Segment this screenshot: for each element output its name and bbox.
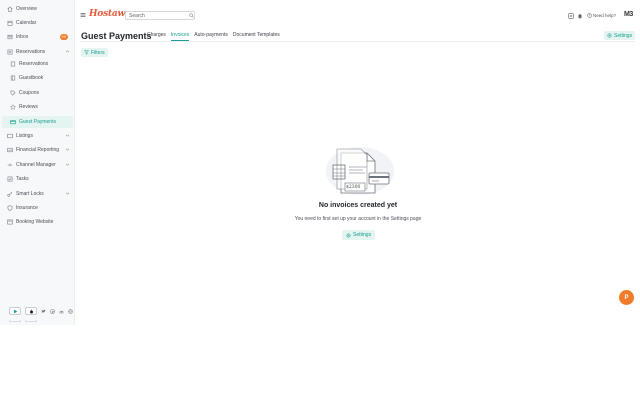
channel-icon [7, 162, 13, 168]
chevron-down-icon [65, 162, 70, 167]
sidebar-item-guest-payments[interactable]: Guest Payments [2, 116, 73, 128]
tab-document-templates[interactable]: Document Templates [233, 32, 280, 41]
key-icon [7, 191, 13, 197]
gear-icon [346, 232, 351, 238]
sidebar-item-financial-reporting[interactable]: Financial Reporting [2, 144, 73, 156]
search-input[interactable] [125, 11, 195, 20]
gear-icon [607, 33, 612, 38]
tag-icon [10, 90, 16, 96]
sidebar-item-label: Booking Website [16, 219, 54, 225]
chevron-up-icon [65, 49, 70, 54]
empty-state-settings-label: Settings [353, 232, 372, 238]
sidebar-item-channel-manager[interactable]: Channel Manager [2, 159, 73, 171]
sidebar-item-label: Reviews [19, 104, 38, 110]
sidebar-item-label: Tasks [16, 176, 29, 182]
play-store-icon [13, 309, 17, 313]
sidebar-item-label: Channel Manager [16, 162, 56, 168]
chat-support-label: P [624, 294, 629, 301]
sidebar-item-label: Insurance [16, 205, 38, 211]
reservations-icon [7, 49, 13, 55]
tab-bar: Charges Invoices Auto-payments Document … [147, 32, 280, 41]
apple-icon [29, 308, 33, 313]
tab-auto-payments[interactable]: Auto-payments [194, 32, 228, 41]
instagram-icon[interactable] [68, 309, 73, 314]
sidebar-item-smart-locks[interactable]: Smart Locks [2, 188, 73, 200]
shield-icon [7, 205, 13, 211]
sidebar-item-label: Reservations [16, 49, 46, 55]
inbox-badge: 99 [59, 34, 68, 40]
hamburger-menu-icon[interactable] [80, 12, 86, 18]
list-icon [10, 61, 16, 67]
sidebar-item-reservations[interactable]: Reservations [2, 46, 73, 58]
tab-charges[interactable]: Charges [147, 32, 166, 41]
chevron-down-icon [65, 133, 70, 138]
chart-icon [7, 147, 13, 153]
sidebar-item-label: Inbox [16, 34, 29, 40]
sidebar-item-booking-website[interactable]: Booking Website [2, 216, 73, 228]
header-divider [80, 41, 635, 42]
sidebar-item-label: Guest Payments [19, 119, 56, 125]
chat-support-button[interactable]: P [619, 290, 634, 305]
twitter-icon[interactable] [41, 309, 46, 314]
tab-invoices[interactable]: Invoices [170, 32, 190, 41]
filters-button-label: Filters [91, 49, 105, 56]
empty-state-subtitle: You need to first set up your account in… [294, 216, 422, 222]
sidebar-item-label: Guestbook [19, 75, 44, 81]
help-link[interactable]: Need help? [587, 13, 616, 18]
settings-button-label: Settings [614, 32, 633, 39]
empty-invoices-illustration [326, 147, 394, 195]
calendar-icon [7, 20, 13, 26]
google-play-button[interactable] [9, 307, 21, 315]
sidebar-item-label: Coupons [19, 90, 40, 96]
bell-icon[interactable] [577, 13, 583, 19]
page-title: Guest Payments [81, 31, 152, 41]
filters-button[interactable]: Filters [81, 48, 108, 57]
sidebar-item-label: Listings [16, 133, 33, 139]
illustration-amount: $2300 [346, 185, 361, 190]
sidebar: Overview Calendar Inbox 99 Reservations … [0, 0, 75, 325]
inbox-icon [7, 34, 13, 40]
facebook-icon[interactable] [50, 308, 55, 314]
help-label: Need help? [593, 13, 617, 18]
search-icon[interactable] [189, 13, 194, 18]
sidebar-item-inbox[interactable]: Inbox 99 [2, 31, 73, 43]
sidebar-item-label: Overview [16, 6, 37, 12]
chevron-down-icon [65, 147, 70, 152]
empty-state-settings-button[interactable]: Settings [342, 230, 376, 240]
app-store-button[interactable] [25, 307, 37, 315]
store-button-shadows [9, 320, 37, 322]
sidebar-item-label: Calendar [16, 20, 37, 26]
listing-icon [7, 133, 13, 139]
sidebar-item-overview[interactable]: Overview [2, 3, 73, 15]
account-logo[interactable]: M3 [624, 11, 633, 18]
help-circle-icon [587, 13, 592, 18]
sidebar-item-label: Financial Reporting [16, 147, 60, 153]
chevron-down-icon [65, 191, 70, 196]
home-icon [7, 6, 13, 12]
sidebar-item-reservations-list[interactable]: Reservations [2, 58, 73, 70]
filter-icon [84, 50, 89, 55]
sidebar-item-label: Reservations [19, 61, 49, 67]
sidebar-item-calendar[interactable]: Calendar [2, 17, 73, 29]
linkedin-icon[interactable] [59, 309, 64, 314]
switch-app-icon[interactable] [568, 13, 574, 19]
sidebar-item-label: Smart Locks [16, 191, 44, 197]
sidebar-item-coupons[interactable]: Coupons [2, 87, 73, 99]
top-bar: Hostaway Need help? M3 [75, 0, 640, 24]
settings-button[interactable]: Settings [604, 31, 636, 40]
tasks-icon [7, 176, 13, 182]
card-icon [10, 119, 16, 125]
book-icon [10, 75, 16, 81]
sidebar-item-tasks[interactable]: Tasks [2, 173, 73, 185]
globe-icon [7, 219, 13, 225]
sidebar-item-reviews[interactable]: Reviews [2, 101, 73, 113]
sidebar-item-listings[interactable]: Listings [2, 130, 73, 142]
empty-state-title: No invoices created yet [318, 202, 398, 209]
sidebar-item-insurance[interactable]: Insurance [2, 202, 73, 214]
app-store-links [9, 307, 73, 315]
star-icon [10, 104, 16, 110]
sidebar-item-guestbook[interactable]: Guestbook [2, 72, 73, 84]
